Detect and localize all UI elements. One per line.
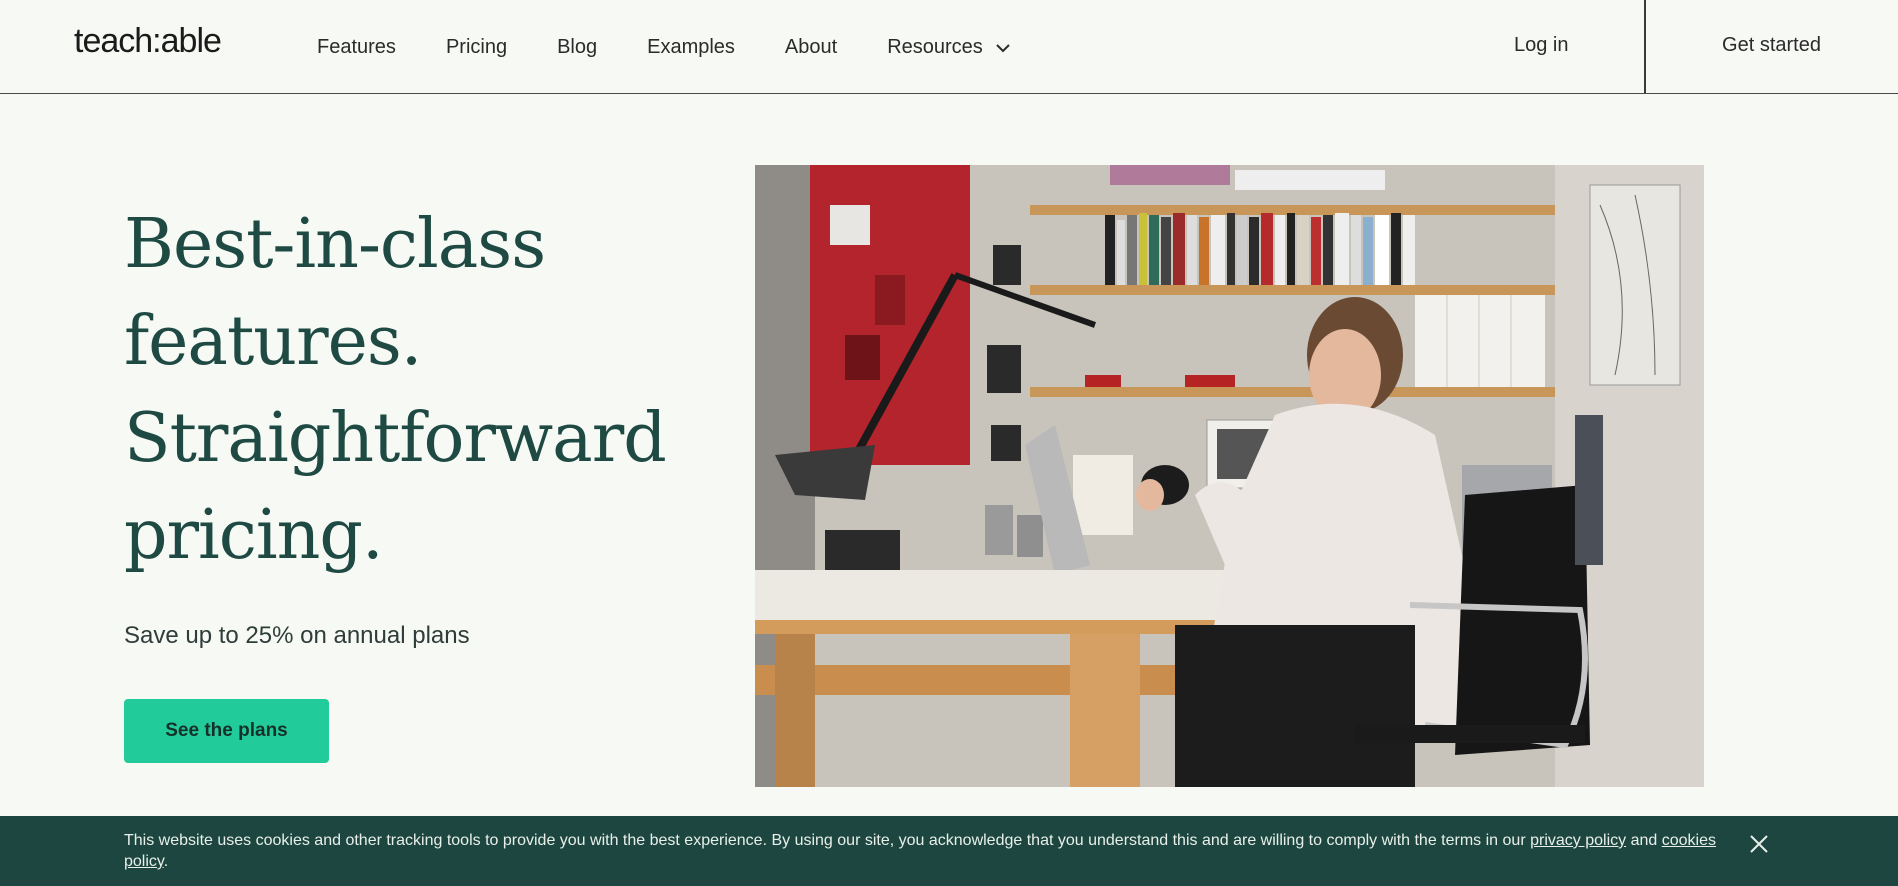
nav-pricing[interactable]: Pricing (446, 36, 507, 59)
cookie-banner: This website uses cookies and other trac… (0, 816, 1898, 886)
hero-title: Best-in-class features. Straightforward … (124, 196, 684, 584)
nav-about[interactable]: About (785, 36, 837, 59)
nav-resources-label: Resources (887, 36, 983, 58)
login-link[interactable]: Log in (1514, 34, 1569, 57)
teachable-logo[interactable]: teach:able (74, 22, 222, 61)
get-started-button[interactable]: Get started (1645, 0, 1898, 93)
main-nav: Features Pricing Blog Examples About Res… (317, 36, 1011, 59)
nav-features[interactable]: Features (317, 36, 396, 59)
cookie-banner-text: This website uses cookies and other trac… (124, 830, 1744, 872)
nav-examples[interactable]: Examples (647, 36, 735, 59)
chevron-down-icon (995, 36, 1011, 59)
hero-photo (755, 165, 1704, 787)
close-icon[interactable] (1748, 833, 1770, 855)
hero-title-line: pricing. (124, 496, 384, 575)
hero-title-line: features. (124, 302, 422, 381)
site-header: teach:able Features Pricing Blog Example… (0, 0, 1898, 94)
cookie-text-middle: and (1626, 832, 1662, 849)
see-plans-button[interactable]: See the plans (124, 699, 329, 763)
hero-title-line: Best-in-class (124, 205, 546, 284)
nav-resources[interactable]: Resources (887, 36, 1011, 59)
hero-subtitle: Save up to 25% on annual plans (124, 622, 470, 649)
cookie-text-after: . (163, 853, 169, 870)
privacy-policy-link[interactable]: privacy policy (1530, 832, 1626, 849)
cookie-text-before: This website uses cookies and other trac… (124, 832, 1531, 849)
nav-blog[interactable]: Blog (557, 36, 597, 59)
hero-title-line: Straightforward (124, 399, 667, 478)
